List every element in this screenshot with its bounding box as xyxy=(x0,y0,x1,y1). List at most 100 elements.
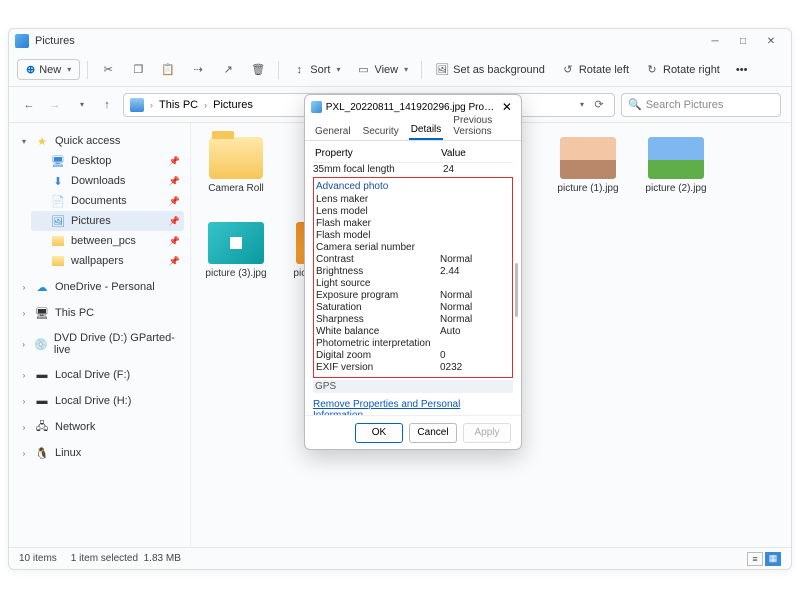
sort-button[interactable]: ↕Sort▾ xyxy=(286,60,346,80)
property-row[interactable]: ContrastNormal xyxy=(316,253,510,265)
rotate-right-icon: ↻ xyxy=(645,63,659,77)
download-icon: ⬇ xyxy=(51,174,65,188)
recent-button[interactable]: ▾ xyxy=(71,95,91,115)
file-picture-1[interactable]: picture (1).jpg xyxy=(553,137,623,194)
property-header: PropertyValue xyxy=(313,145,513,163)
sidebar-network[interactable]: ›🖧Network xyxy=(15,417,184,437)
rotate-right-button[interactable]: ↻Rotate right xyxy=(639,60,726,80)
forward-button[interactable]: → xyxy=(45,95,65,115)
property-row[interactable]: Brightness2.44 xyxy=(316,265,510,277)
sidebar-quick-access[interactable]: ▾★Quick access xyxy=(15,131,184,151)
dialog-buttons: OK Cancel Apply xyxy=(305,415,521,449)
sidebar-local-h[interactable]: ›▬Local Drive (H:) xyxy=(15,391,184,411)
pictures-icon: 🖼 xyxy=(51,214,65,228)
property-row[interactable]: Digital zoom0 xyxy=(316,349,510,361)
rotate-left-icon: ↺ xyxy=(561,63,575,77)
more-button[interactable]: ••• xyxy=(730,61,754,79)
thumbnails-view-button[interactable]: ▦ xyxy=(765,552,781,566)
rotate-left-button[interactable]: ↺Rotate left xyxy=(555,60,635,80)
close-button[interactable]: ✕ xyxy=(757,31,785,51)
new-button[interactable]: ⊕New▾ xyxy=(17,59,80,80)
nav-pane: ▾★Quick access 🖥Desktop📌 ⬇Downloads📌 📄Do… xyxy=(9,123,191,547)
property-row[interactable]: Camera serial number xyxy=(316,241,510,253)
pc-icon xyxy=(130,98,144,112)
sidebar-between-pcs[interactable]: between_pcs📌 xyxy=(31,231,184,251)
delete-button[interactable]: 🗑 xyxy=(245,60,271,80)
scissors-icon: ✂ xyxy=(101,63,115,77)
window-title: Pictures xyxy=(35,35,75,47)
view-toggle: ≡ ▦ xyxy=(747,552,781,566)
ok-button[interactable]: OK xyxy=(355,423,403,443)
pc-icon: 🖥 xyxy=(35,306,49,320)
sidebar-linux[interactable]: ›🐧Linux xyxy=(15,443,184,463)
star-icon: ★ xyxy=(35,134,49,148)
property-row[interactable]: Lens maker xyxy=(316,193,510,205)
breadcrumb-leaf[interactable]: Pictures xyxy=(213,99,253,111)
property-row[interactable]: Photometric interpretation xyxy=(316,337,510,349)
sidebar-pictures[interactable]: 🖼Pictures📌 xyxy=(31,211,184,231)
cancel-button[interactable]: Cancel xyxy=(409,423,457,443)
maximize-button[interactable]: □ xyxy=(729,31,757,51)
sidebar-wallpapers[interactable]: wallpapers📌 xyxy=(31,251,184,271)
copy-button[interactable]: ❐ xyxy=(125,60,151,80)
image-file-icon xyxy=(311,101,322,113)
property-row[interactable]: SharpnessNormal xyxy=(316,313,510,325)
property-row[interactable]: Light source xyxy=(316,277,510,289)
property-row[interactable]: EXIF version0232 xyxy=(316,361,510,373)
tab-details[interactable]: Details xyxy=(409,121,444,140)
up-button[interactable]: ↑ xyxy=(97,95,117,115)
rename-button[interactable]: ⇢ xyxy=(185,60,211,80)
folder-camera-roll[interactable]: Camera Roll xyxy=(201,137,271,194)
share-button[interactable]: ↗ xyxy=(215,60,241,80)
sidebar-local-f[interactable]: ›▬Local Drive (F:) xyxy=(15,365,184,385)
sidebar-documents[interactable]: 📄Documents📌 xyxy=(31,191,184,211)
tab-previous-versions[interactable]: Previous Versions xyxy=(451,112,513,140)
refresh-button[interactable]: ⟳ xyxy=(590,98,608,111)
pin-icon: 📌 xyxy=(169,156,180,167)
trash-icon: 🗑 xyxy=(251,63,265,77)
search-input[interactable]: 🔍 Search Pictures xyxy=(621,93,781,117)
sidebar-onedrive[interactable]: ›☁OneDrive - Personal xyxy=(15,277,184,297)
property-row[interactable]: SaturationNormal xyxy=(316,301,510,313)
document-icon: 📄 xyxy=(51,194,65,208)
tab-general[interactable]: General xyxy=(313,123,353,140)
disc-icon: 💿 xyxy=(34,337,48,351)
dialog-tabs: General Security Details Previous Versio… xyxy=(305,119,521,141)
paste-button[interactable]: 📋 xyxy=(155,60,181,80)
rename-icon: ⇢ xyxy=(191,63,205,77)
desktop-icon: 🖥 xyxy=(51,154,65,168)
clipboard-icon: 📋 xyxy=(161,63,175,77)
minimize-button[interactable]: ─ xyxy=(701,31,729,51)
sidebar-desktop[interactable]: 🖥Desktop📌 xyxy=(31,151,184,171)
properties-dialog: PXL_20220811_141920296.jpg Properties ✕ … xyxy=(304,94,522,450)
copy-icon: ❐ xyxy=(131,63,145,77)
sort-icon: ↕ xyxy=(292,63,306,77)
file-picture-3[interactable]: picture (3).jpg xyxy=(201,222,271,279)
details-view-button[interactable]: ≡ xyxy=(747,552,763,566)
background-icon: 🖼 xyxy=(435,63,449,77)
cut-button[interactable]: ✂ xyxy=(95,60,121,80)
property-row[interactable]: Lens model xyxy=(316,205,510,217)
property-row[interactable]: Flash model xyxy=(316,229,510,241)
view-icon: ▭ xyxy=(356,63,370,77)
property-row[interactable]: White balanceAuto xyxy=(316,325,510,337)
sidebar-downloads[interactable]: ⬇Downloads📌 xyxy=(31,171,184,191)
apply-button: Apply xyxy=(463,423,511,443)
network-icon: 🖧 xyxy=(35,420,49,434)
view-button[interactable]: ▭View▾ xyxy=(350,60,414,80)
sidebar-thispc[interactable]: ›🖥This PC xyxy=(15,303,184,323)
file-picture-2[interactable]: picture (2).jpg xyxy=(641,137,711,194)
property-row[interactable]: 35mm focal length24 xyxy=(313,163,513,175)
sidebar-dvd[interactable]: ›💿DVD Drive (D:) GParted-live xyxy=(15,329,184,359)
property-row[interactable]: Exposure programNormal xyxy=(316,289,510,301)
set-background-button[interactable]: 🖼Set as background xyxy=(429,60,551,80)
tab-security[interactable]: Security xyxy=(361,123,401,140)
folder-icon xyxy=(51,234,65,248)
titlebar: Pictures ─ □ ✕ xyxy=(9,29,791,53)
back-button[interactable]: ← xyxy=(19,95,39,115)
breadcrumb-root[interactable]: This PC xyxy=(159,99,198,111)
status-item-count: 10 items xyxy=(19,553,57,564)
property-row[interactable]: Flash maker xyxy=(316,217,510,229)
scrollbar-thumb[interactable] xyxy=(515,263,518,317)
remove-properties-link[interactable]: Remove Properties and Personal Informati… xyxy=(313,399,513,415)
